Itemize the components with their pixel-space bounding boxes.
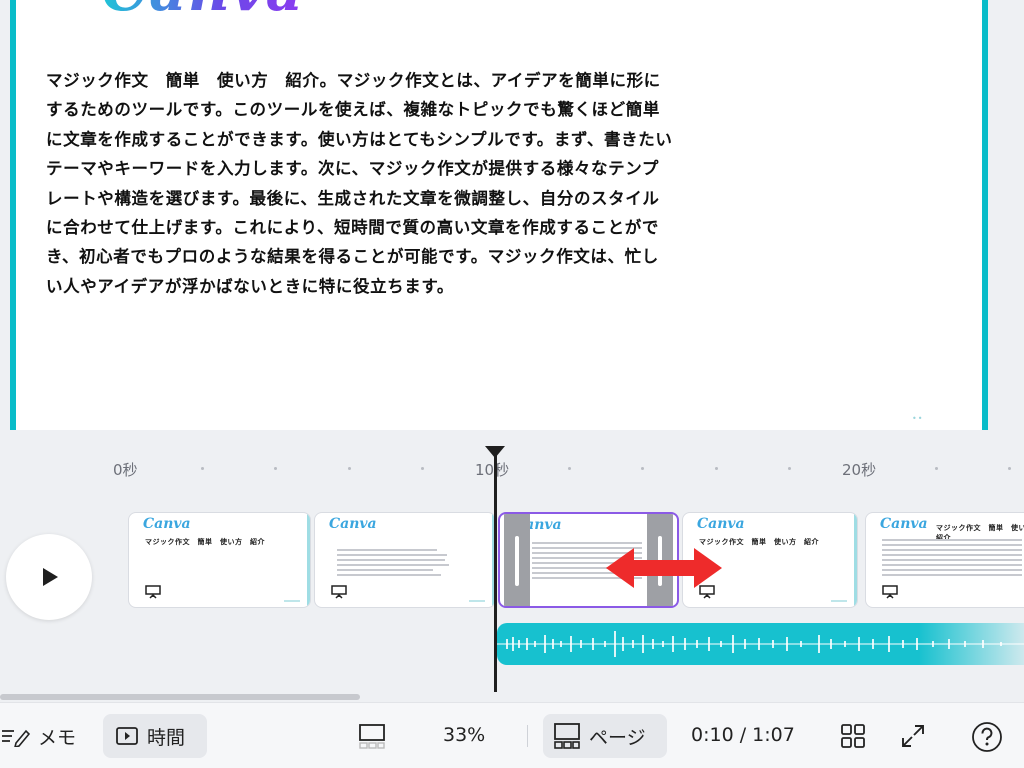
layout-button[interactable] [358,721,386,753]
thumbnail-text-lines [337,549,457,579]
presentation-icon [145,585,161,599]
grid-icon [841,724,865,748]
canva-logo: Canva [102,0,304,24]
timer-button[interactable]: 時間 [103,714,207,758]
slide-corner-dots: •• [912,414,924,423]
notes-icon [2,729,30,747]
page-thumbnail-5[interactable]: Canva マジック作文 簡単 使い方 紹介 [865,512,1024,608]
thumbnail-logo: Canva [329,516,377,532]
canvas-area: Canva マジック作文 簡単 使い方 紹介。マジック作文とは、アイデアを簡単に… [0,0,1024,430]
text-line: に合わせて仕上げます。これにより、短時間で質の高い文章を作成することがで [46,218,659,238]
help-icon [972,722,1002,752]
pages-label: ページ [589,726,646,749]
audio-waveform [497,631,1024,657]
play-icon [43,568,58,586]
presentation-icon [331,585,347,599]
slide-body-text[interactable]: マジック作文 簡単 使い方 紹介。マジック作文とは、アイデアを簡単に形に するた… [46,66,726,301]
text-line: レートや構造を選びます。最後に、生成された文章を微調整し、自分のスタイル [46,188,660,208]
thumbnail-logo: Canva [697,516,745,532]
ruler-tick [1008,467,1011,470]
playback-time: 0:10 / 1:07 [691,724,795,746]
ruler-tick [568,467,571,470]
pages-icon [554,723,580,749]
thumbnail-footer [831,600,847,602]
ruler-tick [274,467,277,470]
page-thumbnail-1[interactable]: Canva マジック作文 簡単 使い方 紹介 [128,512,311,608]
ruler-tick [715,467,718,470]
grid-view-button[interactable] [840,723,866,749]
bottom-toolbar: メモ 時間 33% ページ 0:10 / 1:07 [0,702,1024,768]
resize-arrow-icon [606,548,722,588]
thumbnail-edge [307,513,310,607]
zoom-level[interactable]: 33% [443,724,485,746]
timer-label: 時間 [147,726,186,749]
fullscreen-button[interactable] [900,723,926,749]
presentation-icon [882,585,898,599]
layout-icon [359,724,385,749]
pages-button[interactable]: ページ [543,714,667,758]
help-button[interactable] [971,721,1003,753]
ruler-tick [421,467,424,470]
text-line: い人やアイデアが浮かばないときに特に役立ちます。 [46,276,454,296]
text-line: するためのツールです。このツールを使えば、複雑なトピックでも驚くほど簡単 [46,100,660,120]
text-line: に文章を作成することができます。使い方はとてもシンプルです。まず、書きたい [46,129,673,149]
thumbnail-logo: Canva [143,516,191,532]
ruler-tick [788,467,791,470]
thumbnail-edge [854,513,857,607]
text-line: テーマやキーワードを入力します。次に、マジック作文が提供する様々なテンプ [46,159,659,179]
text-line: き、初心者でもプロのような結果を得ることが可能です。マジック作文は、忙し [46,247,659,267]
notes-button[interactable]: メモ [0,717,84,755]
time-ruler[interactable]: 0秒 10秒 20秒 [0,452,1024,482]
thumbnail-title: マジック作文 簡単 使い方 紹介 [145,538,265,546]
canva-editor: Canva マジック作文 簡単 使い方 紹介。マジック作文とは、アイデアを簡単に… [0,0,1024,768]
ruler-label-10: 10秒 [475,461,510,479]
thumbnail-text-lines [882,539,1022,579]
thumbnail-logo: Canva [880,516,928,532]
fullscreen-icon [902,725,924,747]
audio-track[interactable] [497,623,1024,665]
zoom-value: 33% [443,724,486,746]
ruler-tick [201,467,204,470]
timeline: 0秒 10秒 20秒 Canva マジック作文 簡単 使い方 紹介 Canva … [0,430,1024,702]
ruler-tick [935,467,938,470]
ruler-label-20: 20秒 [842,461,877,479]
trim-grip [515,536,519,586]
ruler-tick [348,467,351,470]
timeline-scrollbar[interactable] [0,694,360,700]
ruler-tick [641,467,644,470]
trim-handle-left[interactable] [504,514,530,606]
notes-label: メモ [38,726,77,749]
playhead-marker[interactable] [485,446,505,458]
thumbnail-footer [469,600,485,602]
text-line: マジック作文 簡単 使い方 紹介。マジック作文とは、アイデアを簡単に形に [46,71,661,90]
playhead-line[interactable] [494,452,497,692]
time-display: 0:10 / 1:07 [691,724,795,746]
ruler-label-0: 0秒 [113,461,138,479]
play-button[interactable] [6,534,92,620]
slide[interactable]: Canva マジック作文 簡単 使い方 紹介。マジック作文とは、アイデアを簡単に… [10,0,988,430]
page-thumbnail-2[interactable]: Canva [314,512,496,608]
timer-icon [116,727,138,745]
toolbar-divider [527,725,528,747]
thumbnail-footer [284,600,300,602]
